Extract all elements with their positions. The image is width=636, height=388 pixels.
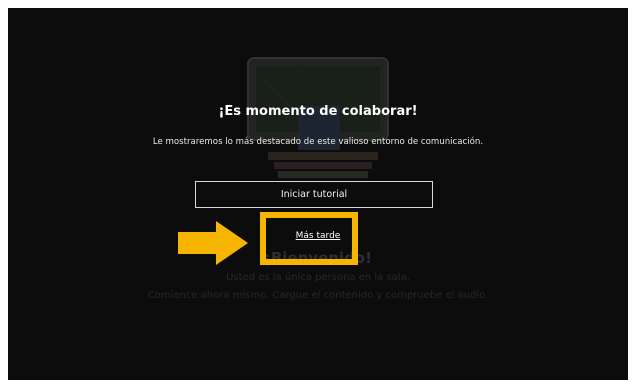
start-tutorial-button[interactable]: Iniciar tutorial: [195, 181, 433, 208]
collaborate-room-screen: ¡Bienvenido! Usted es la única persona e…: [8, 8, 628, 380]
laptop-illustration: [247, 57, 389, 178]
background-getting-started-text: Comience ahora mismo. Cargue el contenid…: [147, 290, 489, 301]
dialog-description: Le mostraremos lo más destacado de este …: [152, 137, 484, 147]
background-room-status-text: Usted es la única persona en la sala.: [226, 272, 410, 283]
arrow-right-icon: [178, 221, 248, 265]
dialog-title: ¡Es momento de colaborar!: [218, 104, 418, 119]
highlight-box: [260, 212, 358, 265]
